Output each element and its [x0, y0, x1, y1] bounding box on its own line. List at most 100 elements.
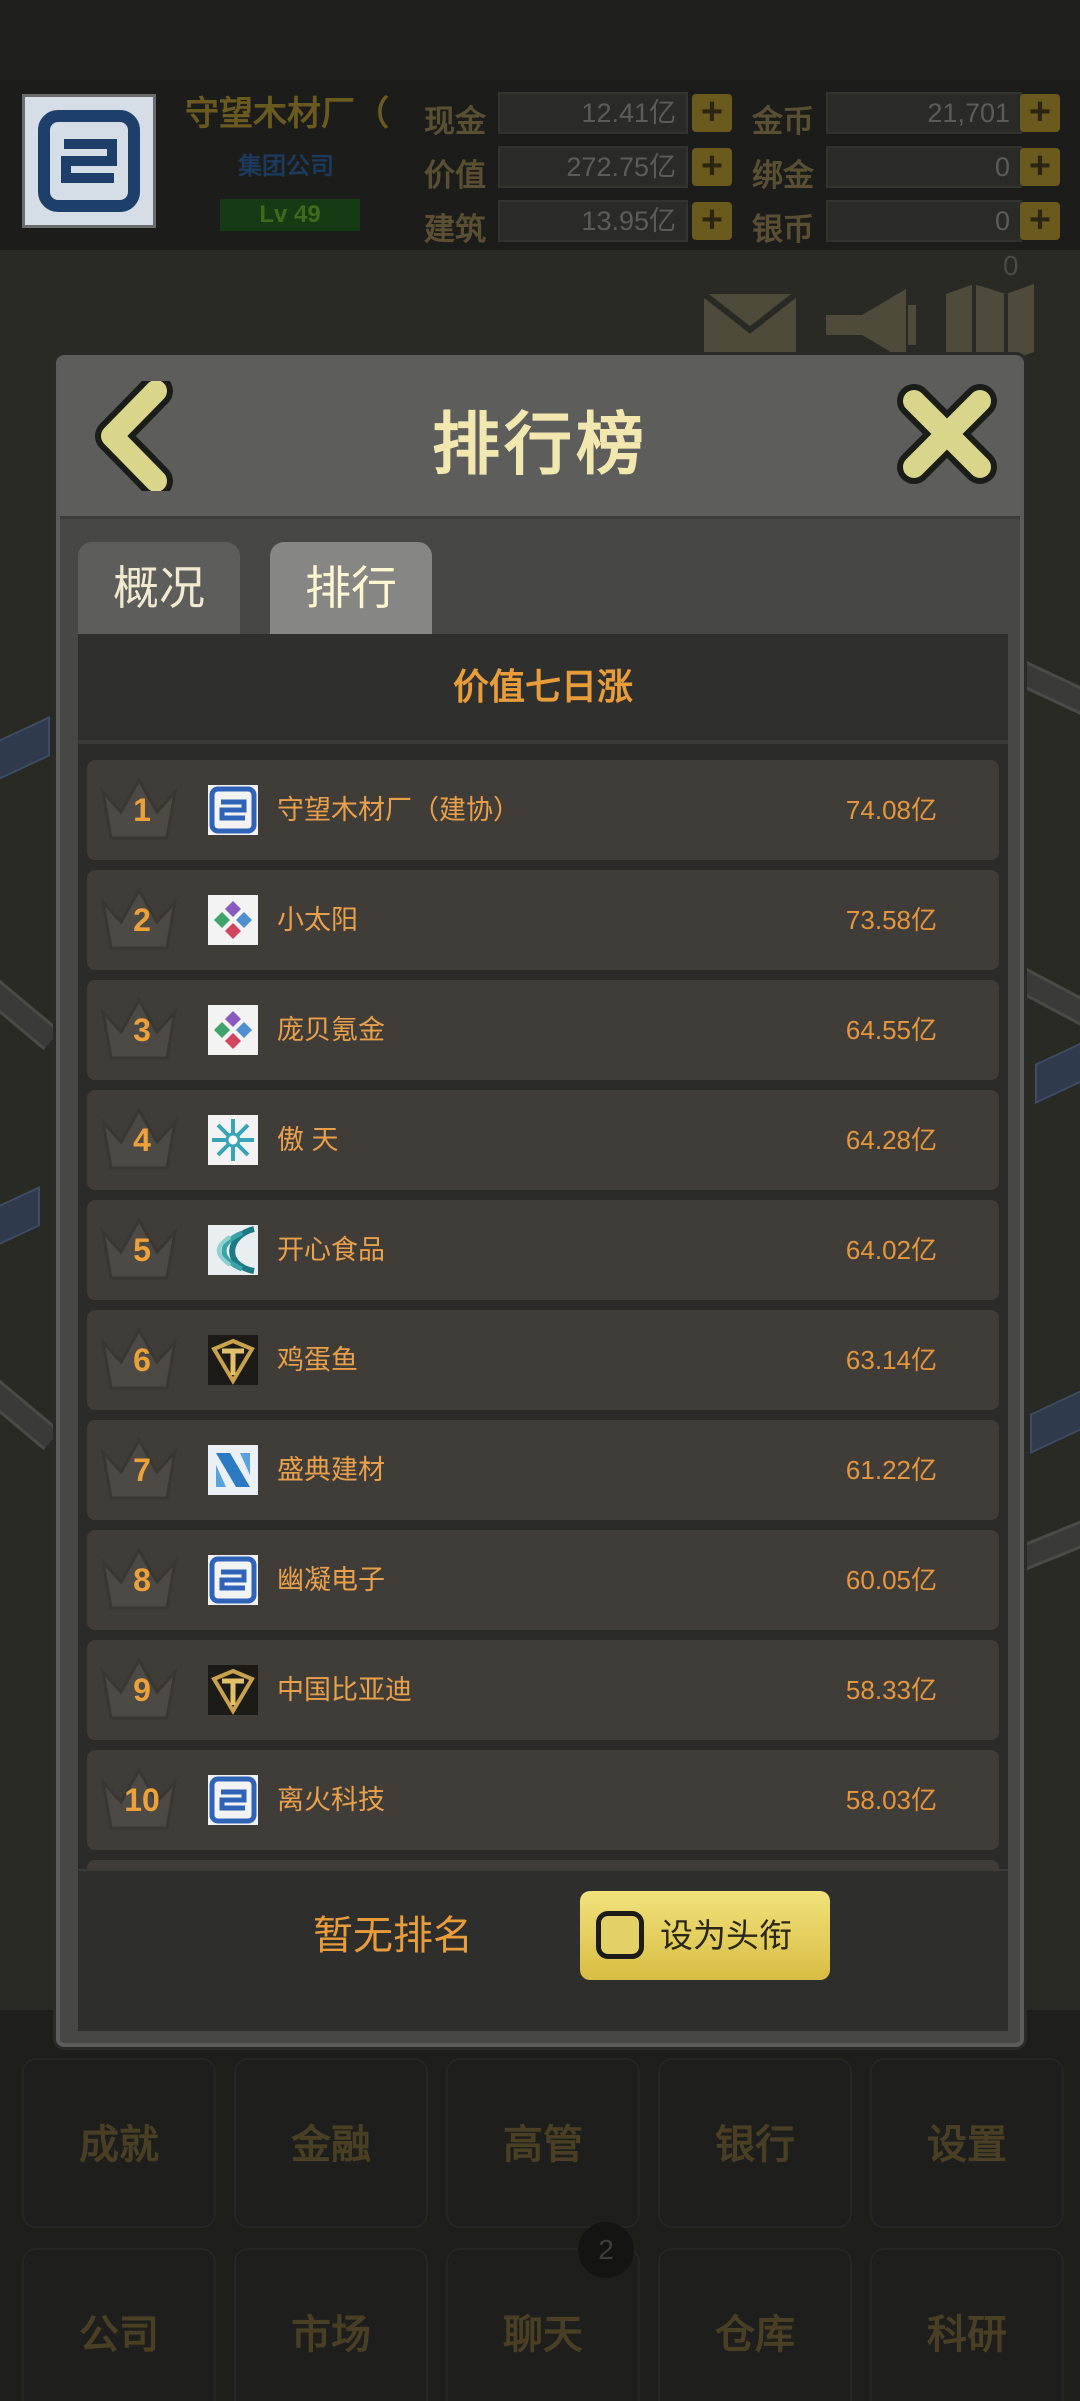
ranking-row[interactable]: 6 鸡蛋鱼 63.14亿: [87, 1310, 999, 1410]
company-name: 守望木材厂（建协）: [277, 795, 520, 825]
rank-number: 10: [124, 1782, 160, 1818]
rank-number: 4: [133, 1122, 151, 1158]
tab-overview[interactable]: 概况: [78, 542, 240, 634]
ranking-row[interactable]: 4 傲 天 64.28亿: [87, 1090, 999, 1190]
company-name: 中国比亚迪: [277, 1675, 412, 1705]
stat-label: 建筑: [424, 212, 486, 247]
map-building: [0, 1186, 40, 1254]
list-title: 价值七日涨: [78, 634, 1008, 744]
ranking-footer: 暂无排名 设为头衔: [78, 1869, 1008, 2031]
company-name: 幽凝电子: [277, 1565, 385, 1595]
add-silver-button[interactable]: +: [1020, 201, 1060, 240]
company-name: 守望木材厂（: [185, 95, 389, 133]
menu-achievements[interactable]: 成就: [22, 2058, 216, 2228]
company-logo-icon: [208, 785, 258, 835]
set-as-title-checkbox[interactable]: [596, 1911, 644, 1959]
ranking-row[interactable]: 3 庞贝氪金 64.55亿: [87, 980, 999, 1080]
add-gold-button[interactable]: +: [1020, 93, 1060, 132]
map-badge-count: 0: [1003, 250, 1019, 281]
menu-executives[interactable]: 高管: [446, 2058, 640, 2228]
value-gain: 63.14亿: [845, 1345, 937, 1375]
menu-warehouse[interactable]: 仓库: [658, 2248, 852, 2401]
stat-silver: 银币 0 +: [752, 200, 1062, 247]
map-road: [0, 953, 61, 1051]
company-logo-icon: [208, 1005, 258, 1055]
value-gain: 74.08亿: [845, 795, 937, 825]
modal-title: 排行榜: [431, 407, 648, 483]
value-gain: 64.02亿: [845, 1235, 937, 1265]
rank-number: 7: [133, 1452, 151, 1488]
map-icon[interactable]: [942, 280, 1038, 366]
value-gain: 64.55亿: [845, 1015, 937, 1045]
game-screen: { "top_bar": { "company_name": "守望木材厂（",…: [0, 0, 1080, 2401]
rank-number: 2: [133, 902, 151, 938]
stat-label: 现金: [424, 104, 486, 139]
stat-label: 绑金: [752, 158, 814, 193]
stat-bound-gold: 绑金 0 +: [752, 146, 1062, 193]
company-logo-icon: [208, 895, 258, 945]
map-building: [0, 716, 50, 784]
stat-value: 21,701: [826, 92, 1022, 134]
ranking-row[interactable]: 1 守望木材厂（建协） 74.08亿: [87, 760, 999, 860]
add-cash-button[interactable]: +: [692, 93, 732, 132]
menu-finance[interactable]: 金融: [234, 2058, 428, 2228]
ranking-row[interactable]: 11 河川制造 亿: [87, 1860, 999, 1869]
menu-company[interactable]: 公司: [22, 2248, 216, 2401]
add-bound-gold-button[interactable]: +: [1020, 147, 1060, 186]
add-value-button[interactable]: +: [692, 147, 732, 186]
modal-header: 排行榜: [60, 359, 1020, 519]
add-buildings-button[interactable]: +: [692, 201, 732, 240]
map-road: [0, 1353, 61, 1451]
company-logo-icon: [208, 1555, 258, 1605]
status-bar: 守望木材厂（ 集团公司 Lv 49 现金 12.41亿 + 价值 272.75亿…: [0, 80, 1080, 250]
value-gain: 亿: [911, 1860, 937, 1869]
company-logo-icon: [208, 1665, 258, 1715]
stat-value: 0: [826, 146, 1022, 188]
stat-buildings: 建筑 13.95亿 +: [424, 200, 734, 247]
ranking-row[interactable]: 7 盛典建材 61.22亿: [87, 1420, 999, 1520]
megaphone-icon[interactable]: [822, 285, 918, 365]
stat-label: 金币: [752, 104, 814, 139]
company-logo-icon: [208, 1335, 258, 1385]
company-name: 离火科技: [277, 1785, 385, 1815]
mail-icon[interactable]: [702, 290, 798, 360]
company-name: 盛典建材: [277, 1455, 385, 1485]
ranking-list[interactable]: 1 守望木材厂（建协） 74.08亿 2 小太阳 73.58亿 3 庞贝氪金 64.55亿 4 傲 …: [78, 748, 1008, 1869]
company-name: 庞贝氪金: [277, 1015, 385, 1045]
company-name: 小太阳: [277, 905, 358, 935]
set-as-title-button[interactable]: 设为头衔: [580, 1891, 830, 1980]
value-gain: 58.03亿: [845, 1785, 937, 1815]
ranking-row[interactable]: 5 开心食品 64.02亿: [87, 1200, 999, 1300]
ranking-row[interactable]: 2 小太阳 73.58亿: [87, 870, 999, 970]
company-name: 开心食品: [277, 1235, 385, 1265]
menu-bank[interactable]: 银行: [658, 2058, 852, 2228]
menu-settings[interactable]: 设置: [870, 2058, 1064, 2228]
stat-value: 12.41亿: [498, 92, 688, 134]
ranking-row[interactable]: 9 中国比亚迪 58.33亿: [87, 1640, 999, 1740]
rank-number: 1: [133, 792, 151, 828]
company-type: 集团公司: [238, 153, 334, 180]
value-gain: 64.28亿: [845, 1125, 937, 1155]
close-button[interactable]: [892, 379, 1002, 489]
tab-ranking[interactable]: 排行: [270, 542, 432, 634]
value-gain: 60.05亿: [845, 1565, 937, 1595]
ranking-row[interactable]: 8 幽凝电子 60.05亿: [87, 1530, 999, 1630]
stat-label: 银币: [752, 212, 814, 247]
stat-gold: 金币 21,701 +: [752, 92, 1062, 139]
set-as-title-label: 设为头衔: [660, 1917, 792, 1954]
rank-number: 11: [107, 1860, 177, 1869]
close-icon: [897, 384, 997, 484]
company-name: 鸡蛋鱼: [277, 1345, 358, 1375]
company-logo[interactable]: [22, 94, 156, 228]
stat-value-total: 价值 272.75亿 +: [424, 146, 734, 193]
menu-market[interactable]: 市场: [234, 2248, 428, 2401]
company-level: Lv 49: [220, 199, 360, 231]
rank-number: 8: [133, 1562, 151, 1598]
stat-value: 272.75亿: [498, 146, 688, 188]
menu-research[interactable]: 科研: [870, 2248, 1064, 2401]
rank-number: 6: [133, 1342, 151, 1378]
company-logo-icon: [208, 1225, 258, 1275]
ranking-row[interactable]: 10 离火科技 58.03亿: [87, 1750, 999, 1850]
value-gain: 58.33亿: [845, 1675, 937, 1705]
stat-cash: 现金 12.41亿 +: [424, 92, 734, 139]
